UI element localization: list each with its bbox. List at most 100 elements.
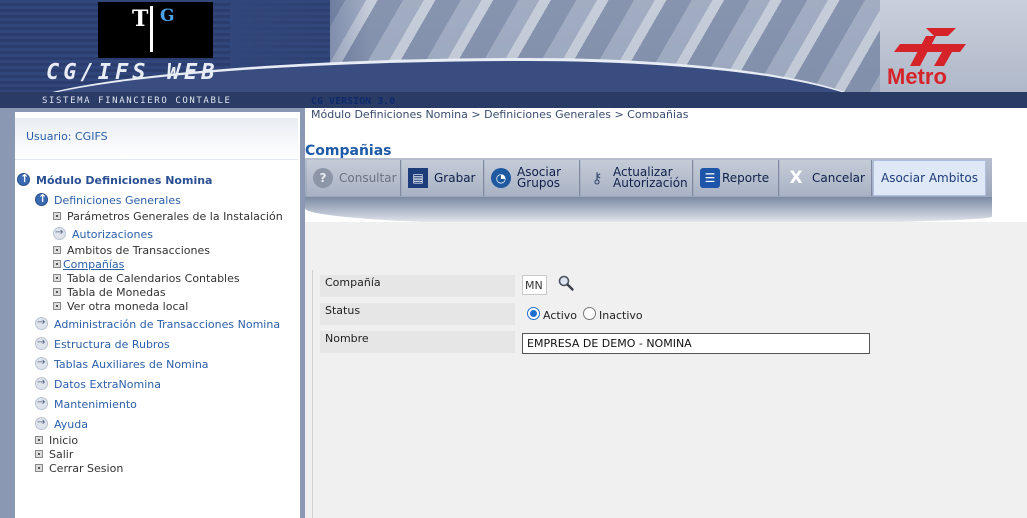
status-activo-label: Activo: [543, 309, 577, 322]
asociar-ambitos-button[interactable]: Asociar Ambitos: [873, 160, 986, 196]
sidebar-item-inicio[interactable]: Inicio: [35, 434, 78, 448]
sidebar-item-label: Mantenimiento: [54, 398, 137, 411]
sidebar-item-ayuda[interactable]: Ayuda: [35, 416, 88, 432]
arrow-right-icon: [35, 336, 48, 350]
sidebar-item-otra-moneda[interactable]: Ver otra moneda local: [53, 300, 188, 314]
user-label: Usuario: CGIFS: [26, 130, 108, 143]
bullet-icon: [53, 302, 61, 310]
arrow-right-icon: [35, 356, 48, 370]
logo-divider: [150, 6, 153, 52]
cancelar-button[interactable]: X Cancelar: [780, 160, 872, 196]
sidebar-item-label: Inicio: [49, 434, 79, 447]
sidebar-item-label: Compañías: [63, 258, 125, 271]
logo-letter-g: G: [160, 6, 175, 26]
asociar-grupos-label: Asociar Grupos: [517, 166, 561, 190]
app-subtitle: SISTEMA FINANCIERO CONTABLE: [42, 96, 232, 106]
brand-name: Metro: [887, 64, 947, 89]
sidebar-item-ambitos[interactable]: Ambitos de Transacciones: [53, 244, 210, 258]
bullet-icon: [53, 212, 61, 220]
asociar-grupos-line-2: Grupos: [517, 176, 561, 190]
status-inactivo-label: Inactivo: [599, 309, 643, 322]
status-activo-radio[interactable]: [527, 307, 540, 320]
sidebar-item-label: Tablas Auxiliares de Nomina: [54, 358, 209, 371]
sidebar-item-rubros[interactable]: Estructura de Rubros: [35, 336, 170, 352]
status-label: Status: [320, 303, 515, 325]
sidebar-item-parametros[interactable]: Parámetros Generales de la Instalación: [53, 210, 283, 224]
save-icon: ▤: [408, 168, 428, 188]
arrow-right-icon: [35, 396, 48, 410]
form-panel: [305, 222, 1027, 518]
sidebar-item-label: Ver otra moneda local: [67, 300, 189, 313]
bullet-icon: [53, 260, 61, 268]
sidebar-item-mantenimiento[interactable]: Mantenimiento: [35, 396, 137, 412]
sidebar-item-label: Administración de Transacciones Nomina: [54, 318, 281, 331]
version-label: CG VERSION 3.0: [311, 96, 396, 107]
toolbar-wave: [305, 197, 992, 225]
reporte-label: Reporte: [722, 170, 770, 185]
close-icon: X: [789, 168, 803, 188]
cancelar-label: Cancelar: [812, 170, 865, 185]
sidebar-item-datos-extranomina[interactable]: Datos ExtraNomina: [35, 376, 161, 392]
reporte-button[interactable]: ☰ Reporte: [694, 160, 779, 196]
group-icon: ◔: [491, 168, 511, 188]
sidebar-item-label: Estructura de Rubros: [54, 338, 170, 351]
bullet-icon: [35, 450, 43, 458]
sidebar-item-tablas-auxiliares[interactable]: Tablas Auxiliares de Nomina: [35, 356, 209, 372]
actualizar-label: Actualizar Autorización: [613, 166, 688, 190]
bullet-icon: [35, 464, 43, 472]
sidebar-item-monedas[interactable]: Tabla de Monedas: [53, 286, 166, 300]
bullet-icon: [53, 246, 61, 254]
sidebar-item-label: Definiciones Generales: [54, 194, 181, 207]
sidebar-item-label: Salir: [49, 448, 74, 461]
sidebar-module-title[interactable]: Módulo Definiciones Nomina: [17, 172, 213, 188]
collapse-up-icon: [35, 192, 48, 206]
arrow-right-icon: [35, 416, 48, 430]
sidebar-item-label: Datos ExtraNomina: [54, 378, 161, 391]
sidebar-item-label: Parámetros Generales de la Instalación: [67, 210, 283, 223]
logo-letter-t: T: [132, 6, 149, 32]
consultar-label: Consultar: [339, 170, 397, 185]
sidebar-item-companias[interactable]: Compañías: [53, 258, 124, 272]
form-divider: [312, 270, 313, 518]
page-title: Compañias: [305, 143, 392, 159]
key-icon: ⚷: [591, 169, 603, 187]
sidebar-item-label: Ayuda: [54, 418, 88, 431]
arrow-right-icon: [35, 316, 48, 330]
sidebar-item-label: Ambitos de Transacciones: [67, 244, 210, 257]
sidebar-item-salir[interactable]: Salir: [35, 448, 73, 462]
sidebar-module-label: Módulo Definiciones Nomina: [36, 174, 213, 187]
sidebar-item-label: Autorizaciones: [72, 228, 153, 241]
compania-code-field[interactable]: MN: [522, 275, 547, 295]
search-icon[interactable]: [557, 274, 575, 292]
status-inactivo-radio[interactable]: [583, 307, 596, 320]
arrow-right-icon: [53, 226, 66, 240]
bullet-icon: [53, 274, 61, 282]
sidebar-item-label: Tabla de Monedas: [67, 286, 166, 299]
bullet-icon: [35, 436, 43, 444]
sidebar-item-administracion[interactable]: Administración de Transacciones Nomina: [35, 316, 281, 332]
help-icon: ?: [313, 168, 333, 188]
collapse-up-icon: [17, 172, 30, 186]
asociar-ambitos-label: Asociar Ambitos: [881, 170, 978, 185]
sidebar-item-definiciones-generales[interactable]: Definiciones Generales: [35, 192, 181, 208]
main-top-strip: [305, 118, 992, 140]
consultar-button[interactable]: ? Consultar: [307, 160, 401, 196]
actualizar-line-2: Autorización: [613, 176, 688, 190]
compania-label: Compañía: [320, 275, 515, 297]
sidebar-item-label: Tabla de Calendarios Contables: [67, 272, 240, 285]
arrow-right-icon: [35, 376, 48, 390]
bullet-icon: [53, 288, 61, 296]
asociar-grupos-button[interactable]: ◔ Asociar Grupos: [485, 160, 580, 196]
sidebar-item-label: Cerrar Sesion: [49, 462, 124, 475]
actualizar-autorizacion-button[interactable]: ⚷ Actualizar Autorización: [581, 160, 693, 196]
sidebar-item-cerrar-sesion[interactable]: Cerrar Sesion: [35, 462, 123, 476]
sidebar-item-calendarios[interactable]: Tabla de Calendarios Contables: [53, 272, 240, 286]
grabar-button[interactable]: ▤ Grabar: [402, 160, 484, 196]
app-name: CG/IFS WEB: [46, 60, 219, 85]
nombre-field[interactable]: [522, 333, 870, 354]
app-logo: [98, 2, 213, 58]
grabar-label: Grabar: [434, 170, 476, 185]
nombre-label: Nombre: [320, 331, 515, 353]
report-icon: ☰: [700, 168, 720, 188]
sidebar-item-autorizaciones[interactable]: Autorizaciones: [53, 226, 153, 242]
